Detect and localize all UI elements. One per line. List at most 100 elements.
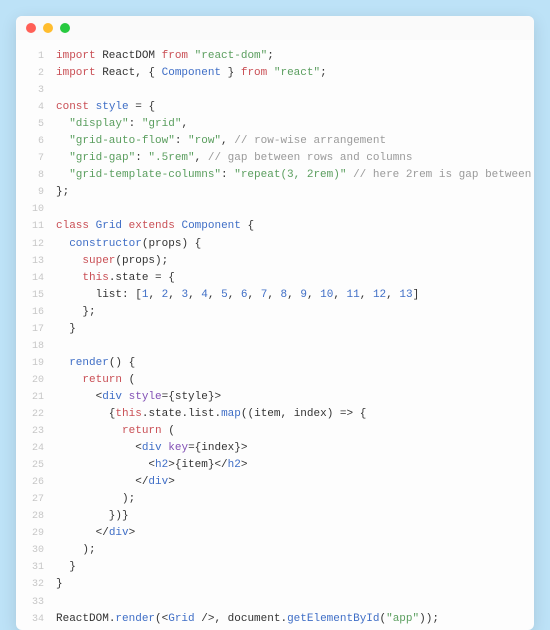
code-line: 20 return ( (16, 372, 534, 389)
line-number: 25 (16, 458, 56, 474)
line-number: 3 (16, 83, 56, 99)
line-number: 28 (16, 509, 56, 525)
code-content: ReactDOM.render(<Grid />, document.getEl… (56, 611, 439, 628)
code-window: 1import ReactDOM from "react-dom";2impor… (16, 16, 534, 630)
code-line: 25 <h2>{item}</h2> (16, 457, 534, 474)
line-number: 7 (16, 151, 56, 167)
code-line: 17 } (16, 321, 534, 338)
code-line: 27 ); (16, 491, 534, 508)
line-number: 2 (16, 66, 56, 82)
code-content: "grid-gap": ".5rem", // gap between rows… (56, 150, 413, 167)
code-line: 16 }; (16, 304, 534, 321)
code-line: 28 })} (16, 508, 534, 525)
code-content: constructor(props) { (56, 236, 201, 253)
code-line: 14 this.state = { (16, 270, 534, 287)
code-line: 21 <div style={style}> (16, 389, 534, 406)
code-line: 18 (16, 338, 534, 355)
code-editor[interactable]: 1import ReactDOM from "react-dom";2impor… (16, 40, 534, 630)
line-number: 31 (16, 560, 56, 576)
line-number: 26 (16, 475, 56, 491)
line-number: 14 (16, 271, 56, 287)
code-line: 9}; (16, 184, 534, 201)
code-content: import React, { Component } from "react"… (56, 65, 327, 82)
code-line: 1import ReactDOM from "react-dom"; (16, 48, 534, 65)
line-number: 13 (16, 254, 56, 270)
titlebar (16, 16, 534, 40)
code-content: super(props); (56, 253, 168, 270)
code-line: 23 return ( (16, 423, 534, 440)
code-line: 19 render() { (16, 355, 534, 372)
code-content: class Grid extends Component { (56, 218, 254, 235)
code-content: "grid-auto-flow": "row", // row-wise arr… (56, 133, 386, 150)
code-line: 8 "grid-template-columns": "repeat(3, 2r… (16, 167, 534, 184)
code-content: })} (56, 508, 129, 525)
line-number: 34 (16, 612, 56, 628)
code-content: {this.state.list.map((item, index) => { (56, 406, 366, 423)
code-content: const style = { (56, 99, 155, 116)
code-content: render() { (56, 355, 135, 372)
code-content: ); (56, 542, 96, 559)
line-number: 16 (16, 305, 56, 321)
code-content: "grid-template-columns": "repeat(3, 2rem… (56, 167, 534, 184)
line-number: 11 (16, 219, 56, 235)
code-content: <div style={style}> (56, 389, 221, 406)
code-line: 29 </div> (16, 525, 534, 542)
code-line: 2import React, { Component } from "react… (16, 65, 534, 82)
line-number: 27 (16, 492, 56, 508)
line-number: 19 (16, 356, 56, 372)
line-number: 12 (16, 237, 56, 253)
line-number: 24 (16, 441, 56, 457)
code-content: </div> (56, 525, 135, 542)
line-number: 32 (16, 577, 56, 593)
code-line: 22 {this.state.list.map((item, index) =>… (16, 406, 534, 423)
line-number: 8 (16, 168, 56, 184)
line-number: 23 (16, 424, 56, 440)
code-line: 10 (16, 201, 534, 218)
code-content: list: [1, 2, 3, 4, 5, 6, 7, 8, 9, 10, 11… (56, 287, 419, 304)
line-number: 22 (16, 407, 56, 423)
line-number: 21 (16, 390, 56, 406)
code-line: 31 } (16, 559, 534, 576)
minimize-icon[interactable] (43, 23, 53, 33)
code-content (56, 201, 63, 218)
code-content: import ReactDOM from "react-dom"; (56, 48, 274, 65)
code-line: 34ReactDOM.render(<Grid />, document.get… (16, 611, 534, 628)
code-content: } (56, 576, 63, 593)
code-content: <div key={index}> (56, 440, 247, 457)
code-content: return ( (56, 372, 135, 389)
code-content: } (56, 559, 76, 576)
line-number: 33 (16, 595, 56, 611)
code-content (56, 338, 63, 355)
code-content: </div> (56, 474, 175, 491)
code-line: 12 constructor(props) { (16, 236, 534, 253)
code-line: 5 "display": "grid", (16, 116, 534, 133)
code-line: 24 <div key={index}> (16, 440, 534, 457)
code-line: 11class Grid extends Component { (16, 218, 534, 235)
zoom-icon[interactable] (60, 23, 70, 33)
line-number: 20 (16, 373, 56, 389)
line-number: 10 (16, 202, 56, 218)
code-content: this.state = { (56, 270, 175, 287)
code-line: 7 "grid-gap": ".5rem", // gap between ro… (16, 150, 534, 167)
code-line: 3 (16, 82, 534, 99)
line-number: 9 (16, 185, 56, 201)
line-number: 6 (16, 134, 56, 150)
code-line: 33 (16, 594, 534, 611)
line-number: 30 (16, 543, 56, 559)
line-number: 5 (16, 117, 56, 133)
code-content: }; (56, 184, 69, 201)
line-number: 4 (16, 100, 56, 116)
code-content: "display": "grid", (56, 116, 188, 133)
line-number: 18 (16, 339, 56, 355)
code-content: } (56, 321, 76, 338)
code-content (56, 82, 63, 99)
code-content: }; (56, 304, 96, 321)
code-line: 4const style = { (16, 99, 534, 116)
code-content: ); (56, 491, 135, 508)
code-line: 15 list: [1, 2, 3, 4, 5, 6, 7, 8, 9, 10,… (16, 287, 534, 304)
code-line: 32} (16, 576, 534, 593)
code-line: 26 </div> (16, 474, 534, 491)
code-line: 13 super(props); (16, 253, 534, 270)
close-icon[interactable] (26, 23, 36, 33)
line-number: 17 (16, 322, 56, 338)
